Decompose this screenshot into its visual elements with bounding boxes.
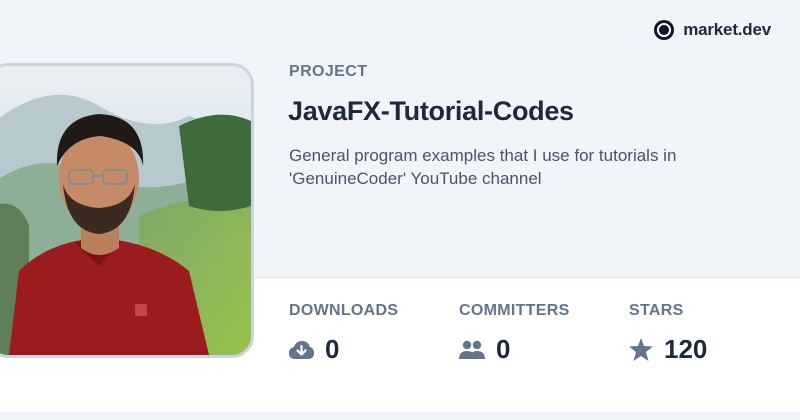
stat-label: COMMITTERS [459, 302, 570, 319]
stat-committers: COMMITTERS 0 [459, 302, 570, 365]
stat-value: 0 [325, 334, 340, 364]
stat-label: STARS [629, 302, 684, 319]
owner-avatar [0, 63, 254, 358]
brand-name: market.dev [683, 20, 771, 39]
stat-value: 120 [664, 334, 708, 364]
stat-value: 0 [496, 334, 511, 364]
stat-stars: STARS 120 [629, 302, 707, 365]
social-card: market.dev PROJECT JavaFX-Tutorial-Codes… [0, 0, 800, 420]
project-kicker: PROJECT [289, 63, 368, 80]
stat-downloads: DOWNLOADS 0 [289, 302, 398, 365]
brand[interactable]: market.dev [654, 20, 771, 40]
users-icon [459, 340, 485, 360]
project-title[interactable]: JavaFX-Tutorial-Codes [288, 96, 574, 127]
bottom-strip [0, 412, 800, 420]
stat-label: DOWNLOADS [289, 302, 399, 319]
star-icon [629, 338, 653, 361]
avatar-photo [0, 66, 251, 355]
cloud-download-icon [289, 340, 314, 360]
project-description: General program examples that I use for … [289, 146, 677, 188]
brand-logo-icon [654, 20, 675, 40]
